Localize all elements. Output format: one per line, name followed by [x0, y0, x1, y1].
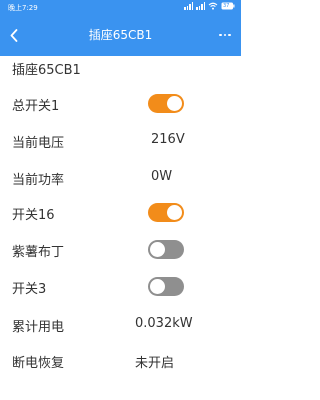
- signal-icon: [196, 2, 205, 10]
- row-label: 累计用电: [12, 320, 65, 335]
- toggle-knob: [150, 242, 165, 257]
- row-label: 开关3: [12, 282, 47, 297]
- page-title: 插座65CB1: [88, 28, 153, 42]
- row-power: 当前功率 0W: [0, 163, 241, 191]
- status-icons: 37: [184, 2, 235, 10]
- row-purple-pudding: 紫薯布丁: [0, 235, 241, 263]
- row-voltage: 当前电压 216V: [0, 126, 241, 154]
- row-label: 紫薯布丁: [12, 245, 65, 260]
- device-name: 插座65CB1: [12, 63, 81, 78]
- toggle-knob: [150, 279, 165, 294]
- row-label: 当前电压: [12, 136, 65, 151]
- row-power-restore[interactable]: 断电恢复 未开启: [0, 346, 241, 374]
- wifi-icon: [208, 2, 218, 10]
- signal-icon: [184, 2, 193, 10]
- more-button[interactable]: [215, 25, 235, 45]
- status-time: 晚上7:29: [8, 4, 38, 12]
- row-label: 开关16: [12, 208, 55, 223]
- row-label: 总开关1: [12, 99, 60, 114]
- toggle-switch-3[interactable]: [148, 277, 184, 296]
- row-label: 当前功率: [12, 173, 65, 188]
- energy-value: 0.032kW: [135, 316, 193, 331]
- status-bar: 晚上7:29 37: [0, 0, 241, 14]
- toggle-main-switch[interactable]: [148, 94, 184, 113]
- power-restore-value: 未开启: [135, 356, 175, 371]
- app-header: 插座65CB1: [0, 14, 241, 56]
- toggle-knob: [167, 96, 182, 111]
- row-main-switch: 总开关1: [0, 89, 241, 117]
- row-switch-3: 开关3: [0, 272, 241, 300]
- battery-level: 37: [223, 3, 230, 9]
- toggle-knob: [167, 205, 182, 220]
- row-switch-16: 开关16: [0, 198, 241, 226]
- toggle-purple-pudding[interactable]: [148, 240, 184, 259]
- battery-icon: 37: [221, 2, 235, 10]
- row-energy: 累计用电 0.032kW: [0, 310, 241, 338]
- row-label: 断电恢复: [12, 356, 65, 371]
- toggle-switch-16[interactable]: [148, 203, 184, 222]
- more-dots-icon: [219, 33, 222, 37]
- power-value: 0W: [151, 169, 173, 184]
- voltage-value: 216V: [151, 132, 185, 147]
